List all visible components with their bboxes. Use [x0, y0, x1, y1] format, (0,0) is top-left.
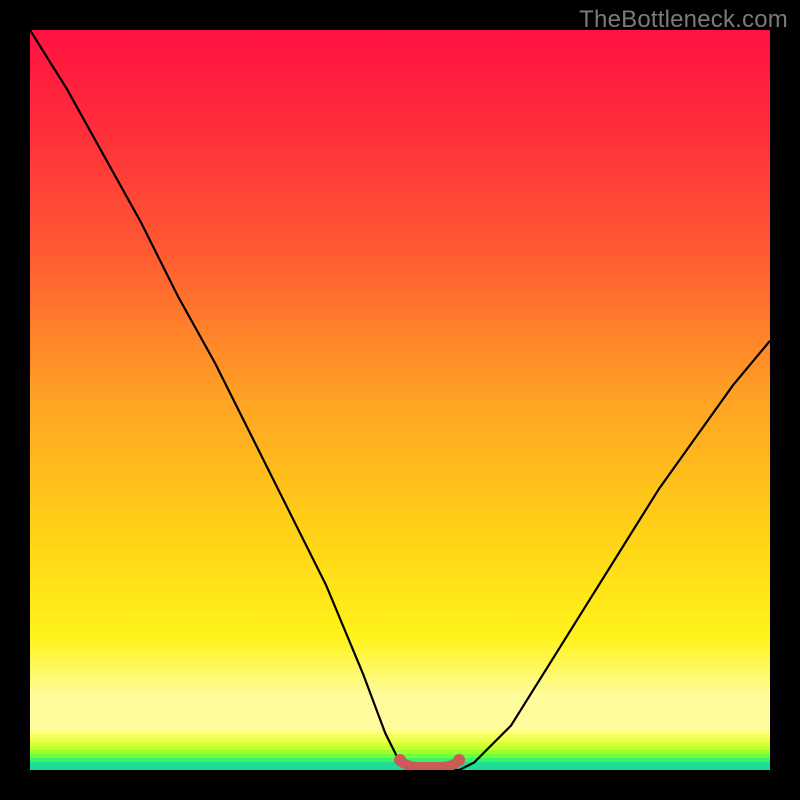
- trough-marker: [30, 30, 770, 770]
- chart-frame: TheBottleneck.com: [0, 0, 800, 800]
- plot-area: [30, 30, 770, 770]
